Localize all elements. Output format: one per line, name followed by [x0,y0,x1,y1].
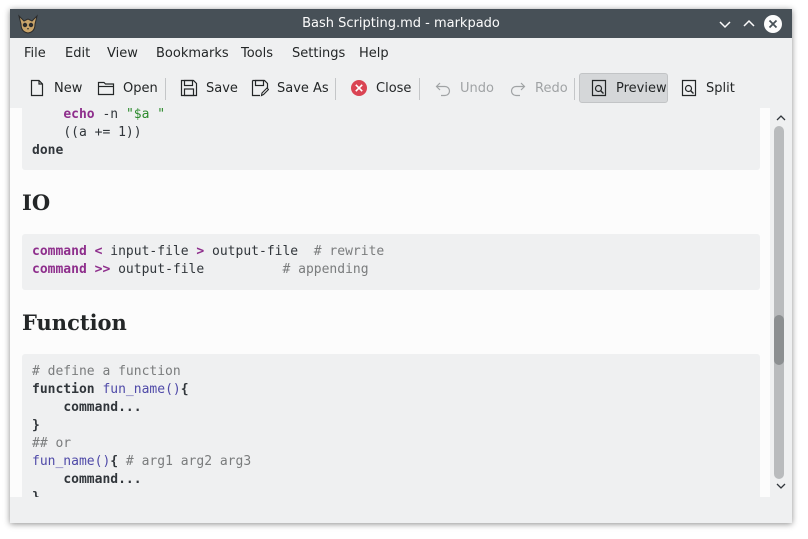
code-line: } [32,489,40,497]
menu-tools[interactable]: Tools [241,46,273,61]
code-comment: # rewrite [313,244,385,259]
menu-help[interactable]: Help [359,46,389,61]
code-line: done [32,142,63,160]
minimize-icon[interactable] [715,14,735,34]
toolbar: New Open Save Save As Close Undo Redo Pr… [10,68,792,108]
code-line: command >> output-file # appending [32,261,369,279]
save-as-label: Save As [277,80,329,96]
code-line: ((a += 1)) [32,124,142,142]
scroll-track[interactable] [774,126,784,479]
toolbar-separator [574,78,575,100]
scroll-down-icon[interactable] [775,480,787,492]
code-function-name: fun_name() [94,382,181,397]
menu-edit[interactable]: Edit [65,46,90,61]
code-command: command [32,262,87,277]
preview-label: Preview [616,80,667,96]
code-text: output-file [204,244,314,259]
code-brace: } [32,418,40,433]
title-bar[interactable]: Bash Scripting.md - markpado [10,9,792,38]
code-line: # define a function [32,363,181,381]
code-line: } [32,417,40,435]
code-block: command < input-file > output-file # rew… [22,234,760,290]
toolbar-separator [165,78,166,100]
heading-io: IO [22,190,51,215]
close-circle-icon [351,80,367,96]
code-line: fun_name(){ # arg1 arg2 arg3 [32,453,251,471]
code-line: echo -n "$a " [32,108,165,124]
code-brace: { [180,382,189,397]
close-document-button[interactable]: Close [350,73,411,103]
save-as-icon [251,79,269,97]
undo-button[interactable]: Undo [434,73,494,103]
open-button[interactable]: Open [97,73,158,103]
code-command: command... [63,400,142,415]
code-comment: # define a function [32,364,181,379]
split-button[interactable]: Split [680,73,735,103]
scroll-thumb[interactable] [774,315,784,365]
save-button[interactable]: Save [180,73,238,103]
code-keyword: function [32,382,95,397]
code-text: ((a += 1)) [63,125,142,140]
menu-bookmarks[interactable]: Bookmarks [156,46,229,61]
code-block: echo -n "$a " ((a += 1)) done [22,108,760,170]
code-operator: >> [94,262,111,277]
redo-label: Redo [535,80,568,96]
code-keyword: done [32,143,64,158]
app-window: Bash Scripting.md - markpado File Edit V… [10,9,792,523]
code-command: command... [63,472,142,487]
preview-pane[interactable]: echo -n "$a " ((a += 1)) done IO command… [10,108,770,497]
code-comment: # arg1 arg2 arg3 [118,454,252,469]
code-brace: { [110,454,119,469]
undo-icon [435,82,451,97]
menu-settings[interactable]: Settings [292,46,345,61]
close-label: Close [376,80,412,96]
new-label: New [54,80,83,96]
code-args: -n [94,108,126,122]
code-block: # define a function function fun_name(){… [22,354,760,497]
code-brace: } [32,490,40,497]
close-window-icon[interactable] [763,14,783,34]
open-label: Open [123,80,158,96]
code-function-name: fun_name() [32,454,111,469]
code-command: echo [63,108,95,122]
code-string: "$a " [125,108,166,122]
maximize-icon[interactable] [739,14,759,34]
code-line: function fun_name(){ [32,381,189,399]
code-line: ## or [32,435,71,453]
code-text: output-file [110,262,283,277]
toolbar-separator [419,78,420,100]
status-bar [10,497,792,523]
menu-view[interactable]: View [107,46,138,61]
code-comment: ## or [32,436,72,451]
save-icon [180,79,198,97]
redo-icon [510,82,526,97]
code-line: command < input-file > output-file # rew… [32,243,384,261]
vertical-scrollbar[interactable] [770,108,792,497]
redo-button[interactable]: Redo [509,73,568,103]
undo-label: Undo [460,80,494,96]
code-command: command [32,244,87,259]
split-view-icon [681,79,697,97]
code-comment: # appending [282,262,369,277]
code-line: command... [32,399,142,417]
menu-bar: File Edit View Bookmarks Tools Settings … [10,38,792,68]
preview-button[interactable]: Preview [579,73,668,103]
new-button[interactable]: New [28,73,82,103]
save-as-button[interactable]: Save As [251,73,329,103]
new-document-icon [30,79,44,97]
save-label: Save [206,80,238,96]
scroll-up-icon[interactable] [775,112,787,124]
toolbar-separator [335,78,336,100]
window-title: Bash Scripting.md - markpado [302,16,500,31]
folder-open-icon [97,81,115,96]
code-line: command... [32,471,142,489]
menu-file[interactable]: File [24,46,46,61]
preview-icon [591,79,607,97]
code-text: input-file [102,244,197,259]
split-label: Split [706,80,735,96]
heading-function: Function [22,310,127,335]
